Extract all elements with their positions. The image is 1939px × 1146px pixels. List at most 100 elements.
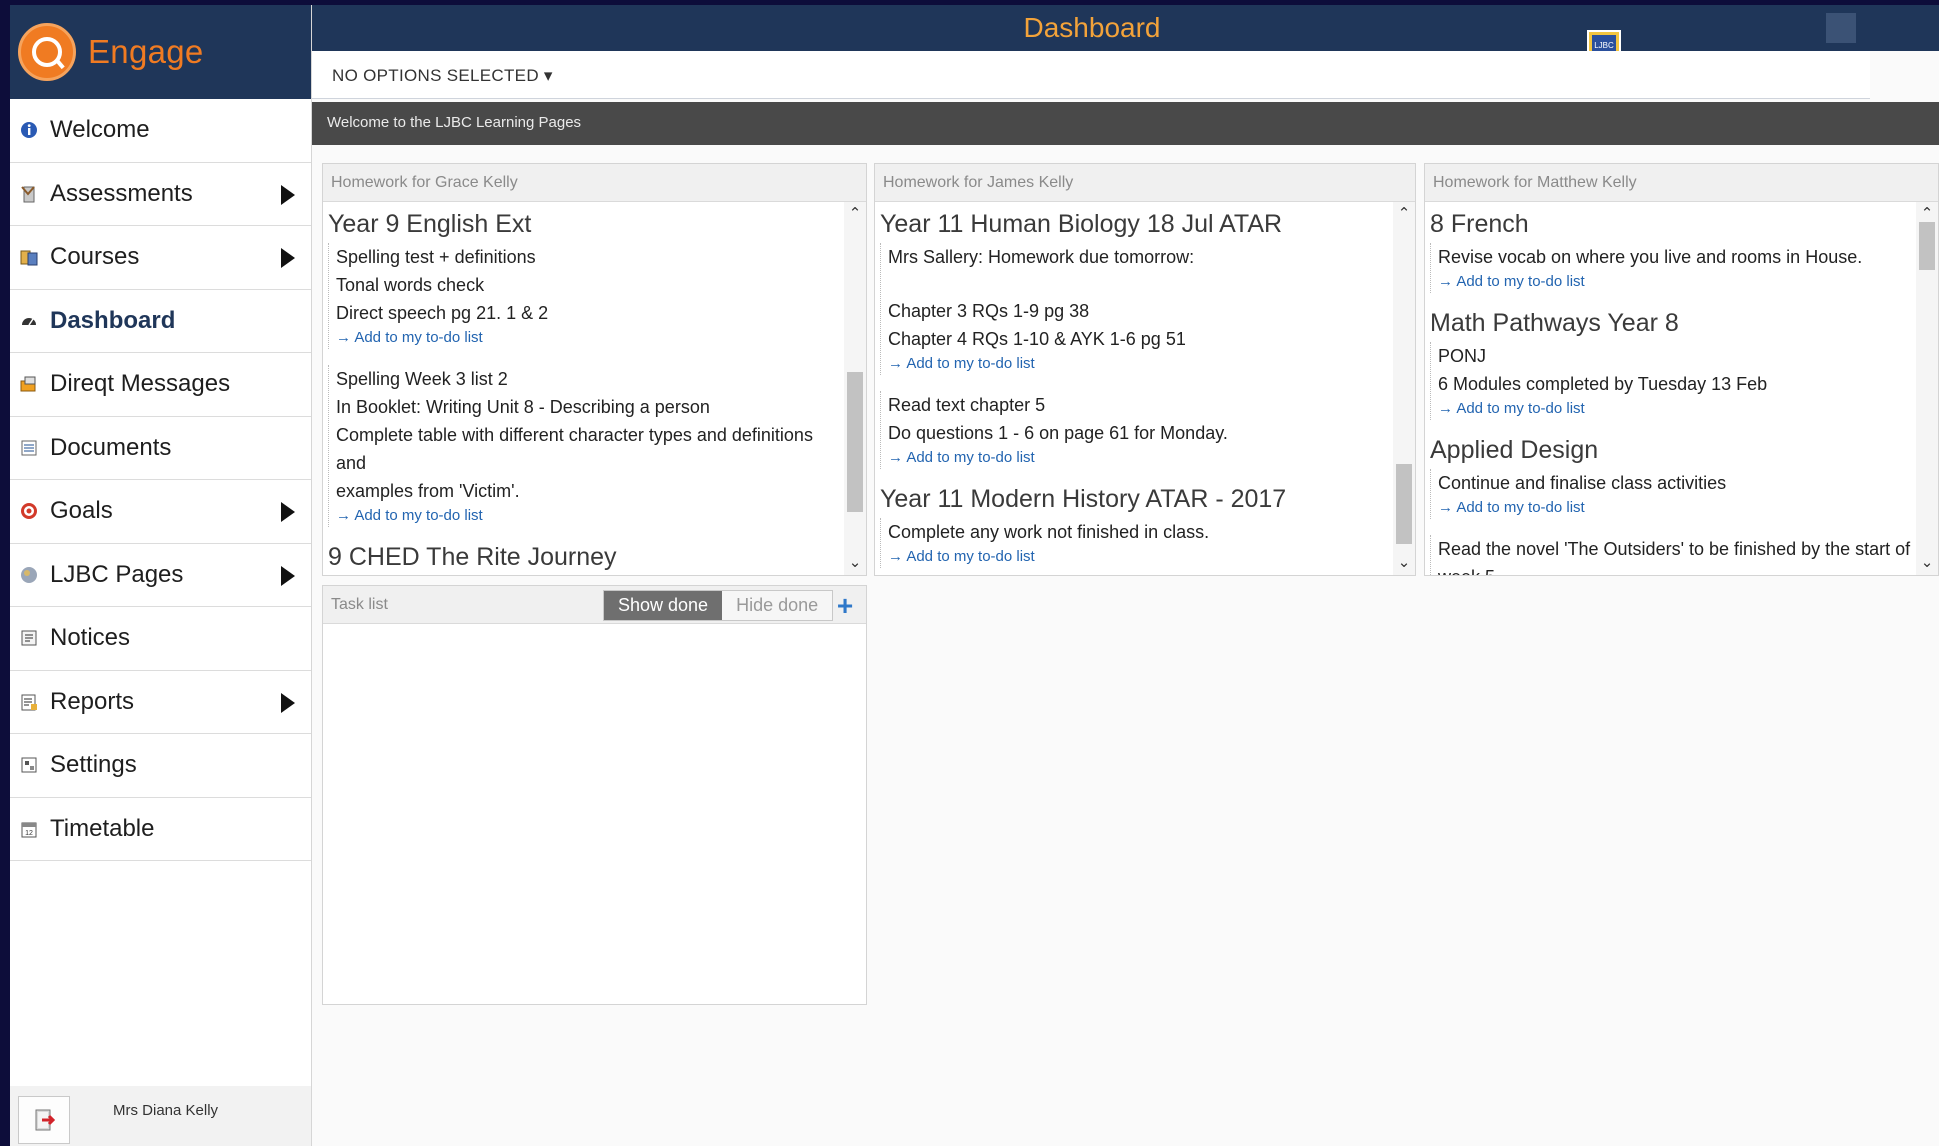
scroll-thumb[interactable]: [847, 372, 863, 512]
expand-arrow-icon[interactable]: [281, 565, 295, 586]
homework-line: Continue and finalise class activities: [1438, 473, 1727, 493]
sidebar-item-assessments[interactable]: Assessments: [10, 163, 311, 226]
show-done-button[interactable]: Show done: [604, 591, 723, 620]
scroll-thumb[interactable]: [1396, 464, 1412, 544]
scroll-down-icon[interactable]: ⌄: [1916, 553, 1938, 573]
homework-line: Complete table with different character …: [336, 425, 813, 473]
svg-text:12: 12: [25, 830, 33, 837]
homework-item: Complete any work not finished in class.…: [880, 518, 1393, 568]
homework-list: 8 French Revise vocab on where you live a…: [1425, 202, 1916, 575]
sidebar-item-goals[interactable]: Goals: [10, 480, 311, 544]
sidebar-item-direqt-messages[interactable]: Direqt Messages: [10, 353, 311, 417]
expand-arrow-icon[interactable]: [281, 184, 295, 205]
sidebar-item-courses[interactable]: Courses: [10, 226, 311, 290]
subject-title: Year 11 Modern History ATAR - 2017: [880, 485, 1287, 513]
add-to-todo-link[interactable]: → Add to my to-do list: [336, 505, 844, 527]
sidebar-item-label: Documents: [50, 433, 172, 461]
sidebar-item-documents[interactable]: Documents: [10, 417, 311, 480]
homework-line: Do questions 1 - 6 on page 61 for Monday…: [888, 423, 1228, 443]
add-task-button[interactable]: +: [830, 590, 860, 621]
subject-title: 9 CHED The Rite Journey: [328, 543, 617, 571]
scroll-down-icon[interactable]: ⌄: [844, 553, 866, 573]
assessments-icon: [20, 185, 38, 203]
homework-item: Spelling Week 3 list 2 In Booklet: Writin…: [328, 365, 844, 527]
scroll-down-icon[interactable]: ⌄: [1393, 553, 1415, 573]
add-to-todo-link[interactable]: → Add to my to-do list: [336, 327, 844, 349]
subject-title: Applied Design: [1430, 436, 1599, 464]
welcome-bar: Welcome to the LJBC Learning Pages: [312, 102, 1939, 145]
courses-icon: [20, 248, 38, 266]
sidebar-item-label: Welcome: [50, 116, 150, 144]
panel-scrollbar[interactable]: ⌃ ⌄: [1393, 202, 1415, 575]
options-bar: NO OPTIONS SELECTED ▾: [312, 51, 1870, 99]
sidebar-item-label: Direqt Messages: [50, 370, 231, 398]
add-to-todo-link[interactable]: → Add to my to-do list: [888, 353, 1393, 375]
add-to-todo-link[interactable]: → Add to my to-do list: [888, 447, 1393, 469]
add-to-todo-link[interactable]: → Add to my to-do list: [888, 546, 1393, 568]
sidebar-item-dashboard[interactable]: Dashboard: [10, 290, 311, 353]
homework-item: Spelling test + definitions Tonal words c…: [328, 243, 844, 349]
hide-done-button[interactable]: Hide done: [722, 591, 833, 620]
sidebar-item-label: Settings: [50, 751, 137, 779]
scroll-up-icon[interactable]: ⌃: [1916, 204, 1938, 224]
panel-title: Homework for James Kelly: [875, 164, 1415, 202]
notification-icon[interactable]: [1826, 13, 1856, 43]
settings-icon: [20, 756, 38, 774]
scroll-thumb[interactable]: [1919, 222, 1935, 270]
user-box: Mrs Diana Kelly: [10, 1086, 311, 1146]
sidebar-item-label: Timetable: [50, 814, 155, 842]
sidebar-item-notices[interactable]: Notices: [10, 607, 311, 671]
brand-header[interactable]: Engage: [10, 5, 311, 99]
user-name: Mrs Diana Kelly: [113, 1102, 219, 1119]
expand-arrow-icon[interactable]: [281, 502, 295, 522]
add-to-todo-link[interactable]: → Add to my to-do list: [1438, 398, 1916, 420]
homework-line: Tonal words check: [336, 275, 485, 295]
homework-line: 6 Modules completed by Tuesday 13 Feb: [1438, 374, 1768, 394]
scroll-up-icon[interactable]: ⌃: [1393, 204, 1415, 224]
homework-item: Mrs Sallery: Homework due tomorrow: Chapt…: [880, 243, 1393, 375]
sidebar-item-label: Courses: [50, 243, 140, 271]
calendar-icon: 12: [20, 820, 38, 838]
homework-line: In Booklet: Writing Unit 8 - Describing …: [336, 397, 710, 417]
sidebar: Engage Welcome Assessments Courses Dashboar…: [10, 5, 312, 1146]
panel-scrollbar[interactable]: ⌃ ⌄: [844, 202, 866, 575]
sidebar-item-label: Notices: [50, 624, 131, 652]
homework-line: Spelling test + definitions: [336, 247, 536, 267]
homework-line: Read text chapter 5: [888, 395, 1046, 415]
add-to-todo-link[interactable]: → Add to my to-do list: [1438, 271, 1916, 293]
options-dropdown[interactable]: NO OPTIONS SELECTED ▾: [332, 66, 553, 86]
brand-name: Engage: [88, 33, 204, 70]
panel-title-text: Homework for James Kelly: [883, 174, 1074, 191]
sidebar-item-welcome[interactable]: Welcome: [10, 99, 311, 163]
sidebar-item-settings[interactable]: Settings: [10, 734, 311, 798]
homework-item: PONJ 6 Modules completed by Tuesday 13 Fe…: [1430, 342, 1916, 420]
sidebar-item-timetable[interactable]: 12 Timetable: [10, 798, 311, 861]
homework-line: Revise vocab on where you live and rooms…: [1438, 247, 1863, 267]
sidebar-item-ljbc-pages[interactable]: LJBC Pages: [10, 544, 311, 607]
sidebar-item-reports[interactable]: Reports: [10, 671, 311, 734]
homework-panel-matthew: Homework for Matthew Kelly 8 French Revise…: [1424, 163, 1939, 576]
engage-logo-icon: [18, 23, 76, 81]
subject-title: Year 11 Human Biology 18 Jul ATAR: [880, 210, 1283, 238]
welcome-text: Welcome to the LJBC Learning Pages: [327, 114, 582, 131]
sidebar-item-label: Goals: [50, 497, 113, 525]
panel-title-text: Homework for Matthew Kelly: [1433, 174, 1637, 191]
panel-title: Homework for Grace Kelly: [323, 164, 866, 202]
nav-list: Welcome Assessments Courses Dashboard Direqt…: [10, 99, 311, 861]
expand-arrow-icon[interactable]: [281, 692, 295, 713]
task-list-header: Task list Show done Hide done +: [323, 586, 866, 624]
sidebar-item-label: Dashboard: [50, 306, 176, 334]
task-list-panel: Task list Show done Hide done +: [322, 585, 867, 1005]
logout-button[interactable]: [18, 1096, 70, 1144]
scroll-up-icon[interactable]: ⌃: [844, 204, 866, 224]
add-to-todo-link[interactable]: → Add to my to-do list: [1438, 497, 1916, 519]
reports-icon: [20, 693, 38, 711]
top-bar: Dashboard: [312, 5, 1939, 51]
panel-scrollbar[interactable]: ⌃ ⌄: [1916, 202, 1938, 575]
sidebar-item-label: Reports: [50, 687, 135, 715]
homework-item: Read the novel 'The Outsiders' to be fin…: [1430, 535, 1916, 575]
app-frame: Engage Welcome Assessments Courses Dashboar…: [10, 5, 1939, 1146]
expand-arrow-icon[interactable]: [281, 248, 295, 268]
subject-title: Year 9 English Ext: [328, 210, 532, 238]
